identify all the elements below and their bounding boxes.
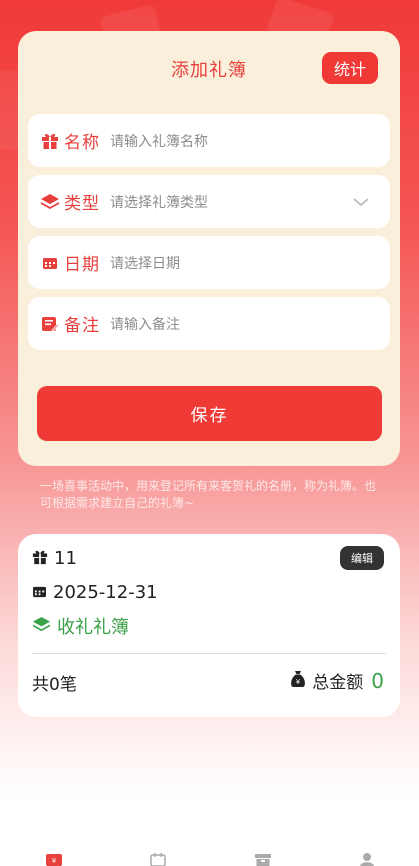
gift-icon — [32, 549, 48, 569]
name-field[interactable]: 名称 请输入礼簿名称 — [28, 114, 390, 167]
calendar-icon — [40, 253, 60, 273]
svg-text:¥: ¥ — [296, 678, 301, 686]
tab-calendar-icon[interactable] — [149, 852, 167, 866]
book-card[interactable]: 11 编辑 2025-12-31 收礼礼簿 共0笔 ¥ 总金额 0 — [18, 534, 400, 717]
money-bag-icon: ¥ — [289, 670, 307, 692]
note-input[interactable]: 请输入备注 — [110, 314, 180, 334]
gift-icon — [40, 131, 60, 151]
note-label: 备注 — [64, 316, 100, 336]
divider — [32, 653, 386, 654]
book-type: 收礼礼簿 — [57, 617, 129, 638]
total-amount: 0 — [371, 668, 384, 693]
description-text: 一场喜事活动中，用来登记所有来客贺礼的名册，称为礼簿。也可根据需求建立自己的礼簿… — [40, 479, 377, 510]
layers-icon — [32, 616, 51, 637]
tab-profile-icon[interactable] — [358, 852, 376, 866]
svg-text:¥: ¥ — [52, 857, 57, 865]
book-name: 11 — [54, 548, 77, 569]
save-button[interactable]: 保存 — [37, 386, 382, 441]
type-field[interactable]: 类型 请选择礼簿类型 — [28, 175, 390, 228]
note-field[interactable]: 备注 请输入备注 — [28, 297, 390, 350]
date-label: 日期 — [64, 255, 100, 275]
total-label: 总金额 — [312, 673, 364, 693]
chevron-down-icon — [352, 193, 370, 212]
date-picker[interactable]: 请选择日期 — [110, 253, 180, 273]
note-icon — [40, 314, 60, 334]
name-input[interactable]: 请输入礼簿名称 — [110, 131, 208, 151]
layers-icon — [40, 192, 60, 212]
edit-button[interactable]: 编辑 — [340, 546, 384, 570]
name-label: 名称 — [64, 133, 100, 153]
calendar-icon — [32, 583, 47, 602]
date-field[interactable]: 日期 请选择日期 — [28, 236, 390, 289]
total-amount-row: ¥ 总金额 0 — [289, 668, 384, 693]
bottom-tab-bar: ¥ — [0, 846, 419, 866]
tab-home-icon[interactable]: ¥ — [45, 852, 63, 866]
record-count: 共0笔 — [32, 675, 77, 695]
stats-button[interactable]: 统计 — [322, 52, 378, 84]
book-type-row: 收礼礼簿 — [32, 613, 129, 639]
book-name-row: 11 — [32, 548, 77, 569]
type-select[interactable]: 请选择礼簿类型 — [110, 192, 208, 212]
add-book-form: 添加礼簿 统计 名称 请输入礼簿名称 类型 请选择礼簿类型 日期 请选择日期 备… — [18, 31, 400, 466]
book-date: 2025-12-31 — [53, 582, 158, 603]
tab-box-icon[interactable] — [254, 852, 272, 866]
book-date-row: 2025-12-31 — [32, 582, 158, 603]
type-label: 类型 — [64, 194, 100, 214]
